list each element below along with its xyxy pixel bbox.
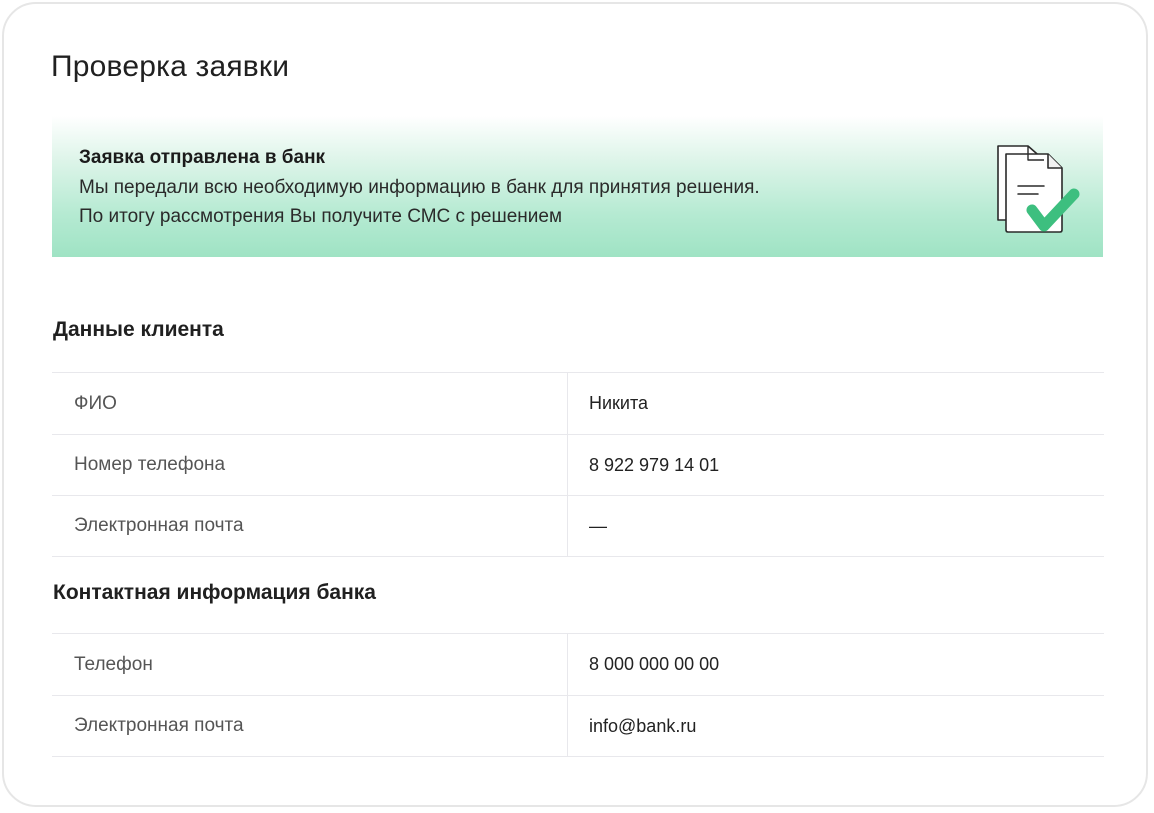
table-row: Номер телефона 8 922 979 14 01 bbox=[52, 435, 1104, 496]
application-review-card: Проверка заявки Заявка отправлена в банк… bbox=[2, 2, 1148, 807]
table-row: Электронная почта — bbox=[52, 496, 1104, 557]
banner-message-line-2: По итогу рассмотрения Вы получите СМС с … bbox=[79, 206, 563, 227]
banner-title: Заявка отправлена в банк bbox=[79, 147, 326, 168]
table-row: Электронная почта info@bank.ru bbox=[52, 696, 1104, 757]
row-label: Телефон bbox=[52, 634, 568, 695]
row-label: Электронная почта bbox=[52, 696, 568, 756]
table-row: ФИО Никита bbox=[52, 373, 1104, 435]
row-value: info@bank.ru bbox=[589, 715, 697, 736]
row-label: Номер телефона bbox=[52, 435, 568, 495]
document-check-icon bbox=[988, 140, 1084, 240]
row-label: ФИО bbox=[52, 373, 568, 434]
row-value: Никита bbox=[589, 393, 649, 413]
row-value: 8 000 000 00 00 bbox=[589, 654, 720, 674]
client-data-section-title: Данные клиента bbox=[53, 318, 224, 341]
row-label: Электронная почта bbox=[52, 496, 568, 556]
row-value: — bbox=[589, 515, 607, 536]
banner-message-line-1: Мы передали всю необходимую информацию в… bbox=[79, 177, 760, 198]
status-banner: Заявка отправлена в банк Мы передали всю… bbox=[52, 116, 1103, 257]
bank-contacts-table: Телефон 8 000 000 00 00 Электронная почт… bbox=[52, 633, 1104, 757]
bank-contacts-section-title: Контактная информация банка bbox=[53, 581, 376, 604]
page-title: Проверка заявки bbox=[51, 50, 290, 83]
client-data-table: ФИО Никита Номер телефона 8 922 979 14 0… bbox=[52, 372, 1104, 557]
table-row: Телефон 8 000 000 00 00 bbox=[52, 634, 1104, 696]
row-value: 8 922 979 14 01 bbox=[589, 454, 720, 475]
